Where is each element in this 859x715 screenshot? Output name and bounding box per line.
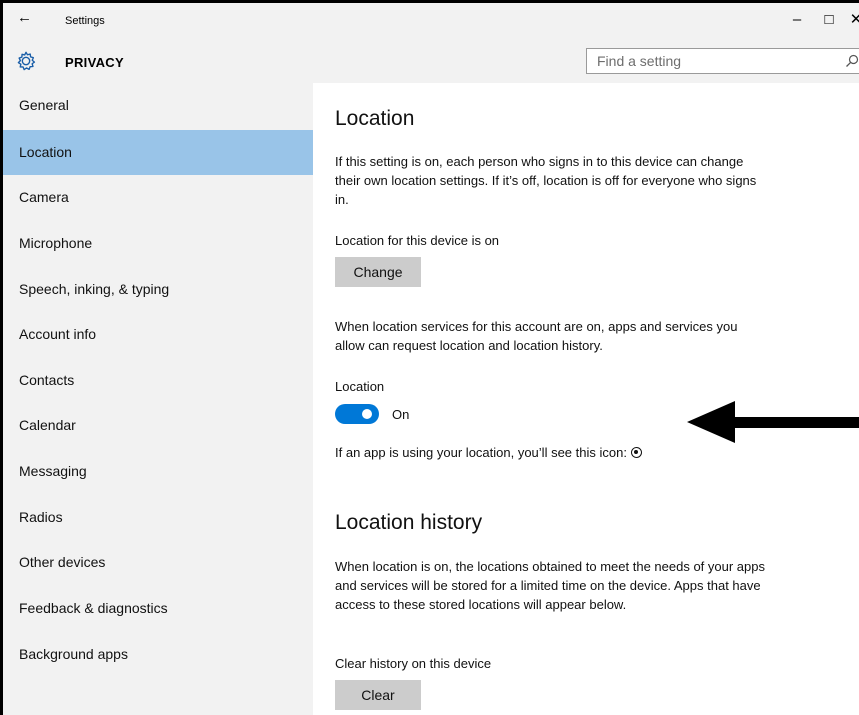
sidebar-item-feedback[interactable]: Feedback & diagnostics [3, 586, 313, 631]
title-bar: ← Settings – □ ✕ [3, 3, 859, 39]
icon-note: If an app is using your location, you’ll… [335, 445, 642, 460]
change-button[interactable]: Change [335, 257, 421, 287]
sidebar: General Location Camera Microphone Speec… [3, 83, 313, 715]
sidebar-item-microphone[interactable]: Microphone [3, 221, 313, 266]
sidebar-item-label: Speech, inking, & typing [19, 281, 170, 297]
gear-icon [17, 51, 36, 71]
sidebar-item-label: General [19, 97, 69, 113]
sidebar-item-messaging[interactable]: Messaging [3, 449, 313, 494]
sidebar-item-calendar[interactable]: Calendar [3, 403, 313, 448]
device-status-text: Location for this device is on [335, 233, 500, 248]
sidebar-item-contacts[interactable]: Contacts [3, 358, 313, 403]
location-heading: Location [335, 107, 415, 130]
sidebar-item-label: Background apps [19, 646, 128, 662]
sidebar-item-label: Radios [19, 509, 63, 525]
toggle-state-text: On [392, 407, 410, 422]
settings-window: ← Settings – □ ✕ PRIVACY General Locatio… [3, 3, 859, 715]
settings-header: PRIVACY [3, 39, 859, 83]
sidebar-item-label: Calendar [19, 417, 76, 433]
sidebar-item-background-apps[interactable]: Background apps [3, 632, 313, 677]
location-indicator-icon [630, 447, 642, 458]
sidebar-item-label: Other devices [19, 554, 106, 570]
minimize-button[interactable]: – [786, 9, 808, 31]
maximize-button[interactable]: □ [818, 9, 840, 31]
location-description: If this setting is on, each person who s… [335, 154, 757, 207]
location-history-heading: Location history [335, 511, 483, 534]
sidebar-item-label: Feedback & diagnostics [19, 600, 168, 616]
sidebar-item-speech[interactable]: Speech, inking, & typing [3, 267, 313, 312]
arrow-annotation-icon [687, 401, 859, 443]
sidebar-item-location[interactable]: Location [3, 130, 313, 175]
toggle-knob [362, 409, 372, 419]
sidebar-item-general[interactable]: General [3, 83, 313, 128]
close-button[interactable]: ✕ [845, 9, 859, 31]
search-box[interactable] [586, 48, 859, 74]
sidebar-item-other-devices[interactable]: Other devices [3, 540, 313, 585]
location-toggle-label: Location [335, 379, 385, 394]
sidebar-item-radios[interactable]: Radios [3, 495, 313, 540]
back-arrow-icon[interactable]: ← [17, 9, 32, 26]
clear-button[interactable]: Clear [335, 680, 421, 710]
sidebar-item-label: Contacts [19, 372, 75, 388]
sidebar-item-label: Location [19, 144, 72, 160]
history-description: When location is on, the locations obtai… [335, 559, 765, 612]
sidebar-item-account-info[interactable]: Account info [3, 312, 313, 357]
sidebar-item-camera[interactable]: Camera [3, 175, 313, 220]
search-icon[interactable] [845, 54, 859, 68]
sidebar-item-label: Microphone [19, 235, 93, 251]
sidebar-item-label: Account info [19, 326, 97, 342]
window-title: Settings [65, 15, 105, 27]
sidebar-item-label: Camera [19, 189, 69, 205]
services-description: When location services for this account … [335, 319, 738, 353]
icon-note-text: If an app is using your location, you’ll… [335, 445, 627, 460]
location-toggle[interactable] [335, 404, 379, 424]
clear-history-label: Clear history on this device [335, 656, 492, 671]
search-input[interactable] [597, 52, 827, 70]
main-content: Location If this setting is on, each per… [313, 83, 859, 715]
sidebar-item-label: Messaging [19, 463, 87, 479]
page-title: PRIVACY [65, 55, 124, 70]
